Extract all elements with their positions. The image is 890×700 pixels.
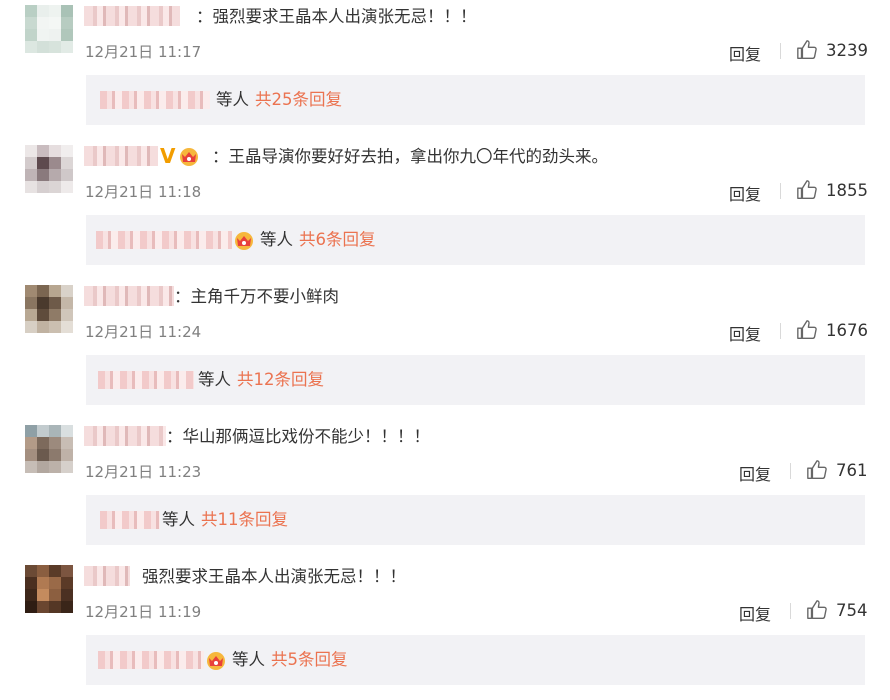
sub-replies[interactable]: 等人 共12条回复 — [86, 355, 865, 405]
comment-time: 12月21日 11:23 — [85, 463, 202, 481]
reply-users — [100, 511, 160, 529]
avatar[interactable] — [25, 565, 73, 613]
comment-item: ：主角千万不要小鲜肉 12月21日 11:24 回复 1676 等人 共12条回… — [0, 280, 890, 420]
thumbs-up-icon — [807, 600, 827, 619]
like-count: 1855 — [826, 180, 868, 200]
avatar[interactable] — [25, 285, 73, 333]
divider — [780, 183, 781, 199]
comment-time: 12月21日 11:24 — [85, 323, 202, 341]
comment-time: 12月21日 11:17 — [85, 43, 202, 61]
like-count: 761 — [836, 460, 868, 480]
thumbs-up-icon — [797, 40, 817, 59]
vip-v-icon: V — [160, 144, 176, 168]
like-button[interactable]: 1676 — [796, 318, 868, 342]
like-button[interactable]: 754 — [806, 598, 868, 622]
avatar[interactable] — [25, 425, 73, 473]
comment-item: ：华山那俩逗比戏份不能少！！！！ 12月21日 11:23 回复 761 等人 … — [0, 420, 890, 560]
divider — [780, 323, 781, 339]
sub-replies[interactable]: 等人 共11条回复 — [86, 495, 865, 545]
crown-icon — [180, 148, 199, 166]
thumbs-up-icon — [797, 180, 817, 199]
comment-text: ：王晶导演你要好好去拍，拿出你九〇年代的劲头来。 — [212, 147, 608, 166]
comment-item: ：强烈要求王晶本人出演张无忌！！！ 12月21日 11:17 回复 3239 等… — [0, 0, 890, 140]
comment-text: ：主角千万不要小鲜肉 — [174, 287, 339, 306]
sub-replies[interactable]: 等人 共5条回复 — [86, 635, 865, 685]
reply-button[interactable]: 回复 — [729, 41, 761, 65]
user-badges: V — [160, 144, 201, 168]
reply-button[interactable]: 回复 — [729, 321, 761, 345]
sub-etc-label: 等人 — [232, 650, 265, 669]
username[interactable] — [84, 146, 158, 166]
avatar[interactable] — [25, 145, 73, 193]
sub-etc-label: 等人 — [216, 90, 249, 109]
reply-button[interactable]: 回复 — [729, 181, 761, 205]
sub-replies[interactable]: 等人 共6条回复 — [86, 215, 865, 265]
comment-text: ：华山那俩逗比戏份不能少！！！！ — [166, 427, 430, 446]
sub-etc-label: 等人 — [260, 230, 293, 249]
like-button[interactable]: 3239 — [796, 38, 868, 62]
username[interactable] — [84, 6, 180, 26]
like-count: 3239 — [826, 40, 868, 60]
reply-count-link[interactable]: 共25条回复 — [255, 89, 342, 111]
sub-etc-label: 等人 — [198, 370, 231, 389]
username[interactable] — [84, 426, 166, 446]
divider — [790, 463, 791, 479]
comment-time: 12月21日 11:18 — [85, 183, 202, 201]
reply-users — [96, 231, 232, 249]
like-button[interactable]: 1855 — [796, 178, 868, 202]
sub-replies[interactable]: 等人 共25条回复 — [86, 75, 865, 125]
reply-users — [98, 371, 194, 389]
username[interactable] — [84, 566, 130, 586]
avatar[interactable] — [25, 5, 73, 53]
crown-icon — [207, 652, 225, 670]
username[interactable] — [84, 286, 174, 306]
reply-button[interactable]: 回复 — [739, 601, 771, 625]
crown-icon — [235, 232, 253, 250]
comment-time: 12月21日 11:19 — [85, 603, 202, 621]
reply-count-link[interactable]: 共11条回复 — [201, 509, 288, 531]
comment-item: 强烈要求王晶本人出演张无忌！！！ 12月21日 11:19 回复 754 等人 … — [0, 560, 890, 700]
like-count: 754 — [836, 600, 868, 620]
divider — [780, 43, 781, 59]
like-count: 1676 — [826, 320, 868, 340]
comment-item: V ：王晶导演你要好好去拍，拿出你九〇年代的劲头来。 12月21日 11:18 … — [0, 140, 890, 280]
comment-text: 强烈要求王晶本人出演张无忌！！！ — [142, 567, 406, 586]
like-button[interactable]: 761 — [806, 458, 868, 482]
reply-count-link[interactable]: 共6条回复 — [299, 229, 376, 251]
comment-text: ：强烈要求王晶本人出演张无忌！！！ — [196, 7, 477, 26]
thumbs-up-icon — [797, 320, 817, 339]
reply-count-link[interactable]: 共12条回复 — [237, 369, 324, 391]
divider — [790, 603, 791, 619]
thumbs-up-icon — [807, 460, 827, 479]
reply-button[interactable]: 回复 — [739, 461, 771, 485]
reply-users — [100, 91, 210, 109]
reply-count-link[interactable]: 共5条回复 — [271, 649, 348, 671]
sub-etc-label: 等人 — [162, 510, 195, 529]
reply-users — [98, 651, 204, 669]
